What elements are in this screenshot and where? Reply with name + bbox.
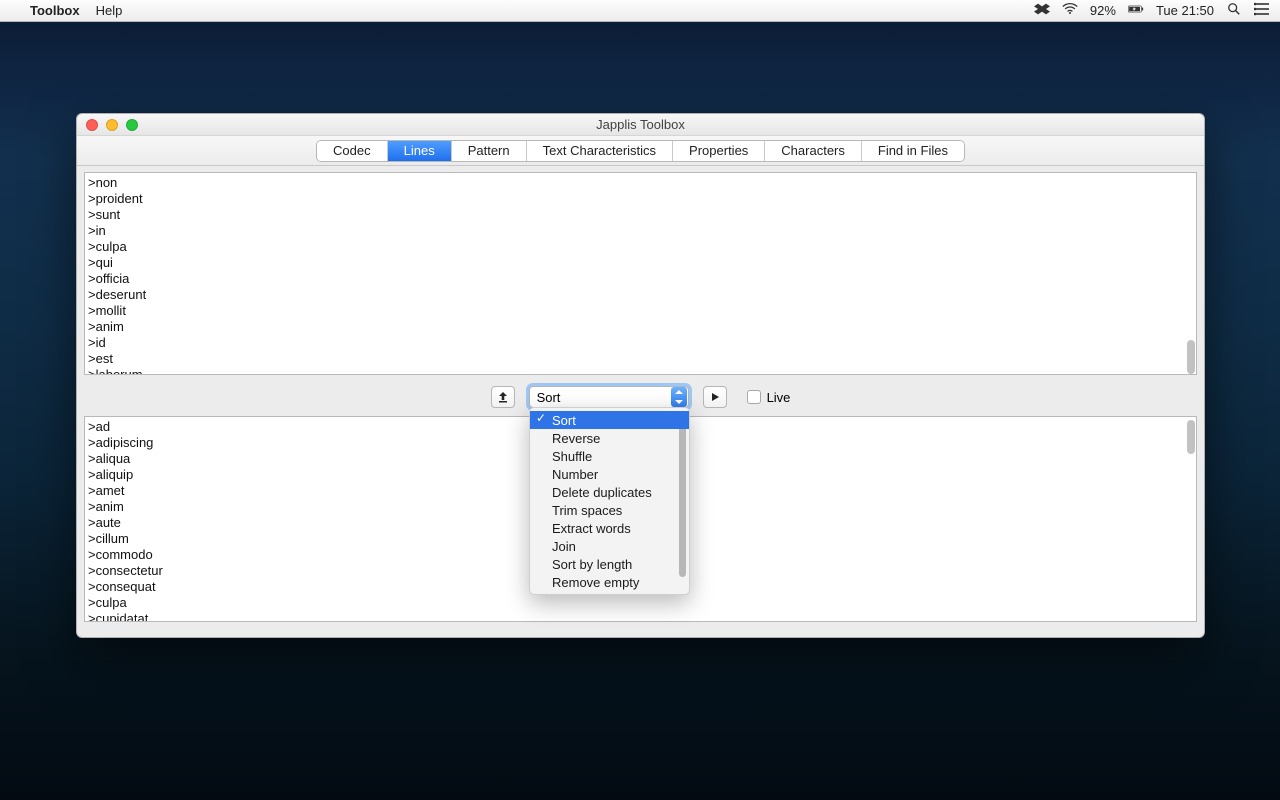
- operation-option-sort[interactable]: Sort: [530, 411, 689, 429]
- tab-pattern[interactable]: Pattern: [452, 141, 527, 161]
- tab-find-in-files[interactable]: Find in Files: [862, 141, 964, 161]
- combobox-stepper-icon[interactable]: [671, 387, 687, 407]
- tab-lines[interactable]: Lines: [388, 141, 452, 161]
- app-window: Japplis Toolbox CodecLinesPatternText Ch…: [76, 113, 1205, 638]
- tab-properties[interactable]: Properties: [673, 141, 765, 161]
- operation-option-shuffle[interactable]: Shuffle: [530, 447, 689, 465]
- live-checkbox[interactable]: Live: [747, 390, 791, 405]
- macos-menubar: Toolbox Help 92% Tue 21:50: [0, 0, 1280, 22]
- live-label: Live: [767, 390, 791, 405]
- checkbox-box-icon[interactable]: [747, 390, 761, 404]
- minimize-button[interactable]: [106, 119, 118, 131]
- window-title: Japplis Toolbox: [77, 117, 1204, 132]
- tab-bar: CodecLinesPatternText CharacteristicsPro…: [316, 140, 965, 162]
- window-titlebar[interactable]: Japplis Toolbox: [77, 114, 1204, 136]
- tab-codec[interactable]: Codec: [317, 141, 388, 161]
- scrollbar-thumb[interactable]: [1187, 340, 1195, 374]
- menubar-help[interactable]: Help: [96, 3, 123, 18]
- operation-option-join[interactable]: Join: [530, 537, 689, 555]
- input-area-wrap: [84, 172, 1197, 378]
- operation-option-remove-empty[interactable]: Remove empty: [530, 573, 689, 591]
- battery-percent: 92%: [1090, 3, 1116, 18]
- operation-option-extract-words[interactable]: Extract words: [530, 519, 689, 537]
- operation-option-reverse[interactable]: Reverse: [530, 429, 689, 447]
- scrollbar-thumb[interactable]: [1187, 420, 1195, 454]
- traffic-lights: [77, 119, 138, 131]
- dropbox-icon[interactable]: [1034, 2, 1050, 19]
- menubar-right: 92% Tue 21:50: [1034, 2, 1270, 19]
- run-button[interactable]: [703, 386, 727, 408]
- toolbar: CodecLinesPatternText CharacteristicsPro…: [77, 136, 1204, 166]
- upload-button[interactable]: [491, 386, 515, 408]
- spotlight-icon[interactable]: [1226, 2, 1242, 19]
- operation-option-number[interactable]: Number: [530, 465, 689, 483]
- tab-text-characteristics[interactable]: Text Characteristics: [527, 141, 673, 161]
- battery-icon[interactable]: [1128, 2, 1144, 19]
- notification-center-icon[interactable]: [1254, 2, 1270, 19]
- operation-option-sort-by-length[interactable]: Sort by length: [530, 555, 689, 573]
- menubar-clock[interactable]: Tue 21:50: [1156, 3, 1214, 18]
- zoom-button[interactable]: [126, 119, 138, 131]
- close-button[interactable]: [86, 119, 98, 131]
- menubar-left: Toolbox Help: [14, 3, 122, 18]
- operation-dropdown: SortReverseShuffleNumberDelete duplicate…: [529, 407, 690, 595]
- input-textarea[interactable]: [84, 172, 1197, 375]
- operation-option-trim-spaces[interactable]: Trim spaces: [530, 501, 689, 519]
- menubar-app-name[interactable]: Toolbox: [30, 3, 80, 18]
- operation-option-delete-duplicates[interactable]: Delete duplicates: [530, 483, 689, 501]
- wifi-icon[interactable]: [1062, 2, 1078, 19]
- tab-characters[interactable]: Characters: [765, 141, 862, 161]
- operation-selected-value: Sort: [530, 390, 671, 405]
- operation-combobox[interactable]: Sort: [529, 386, 689, 408]
